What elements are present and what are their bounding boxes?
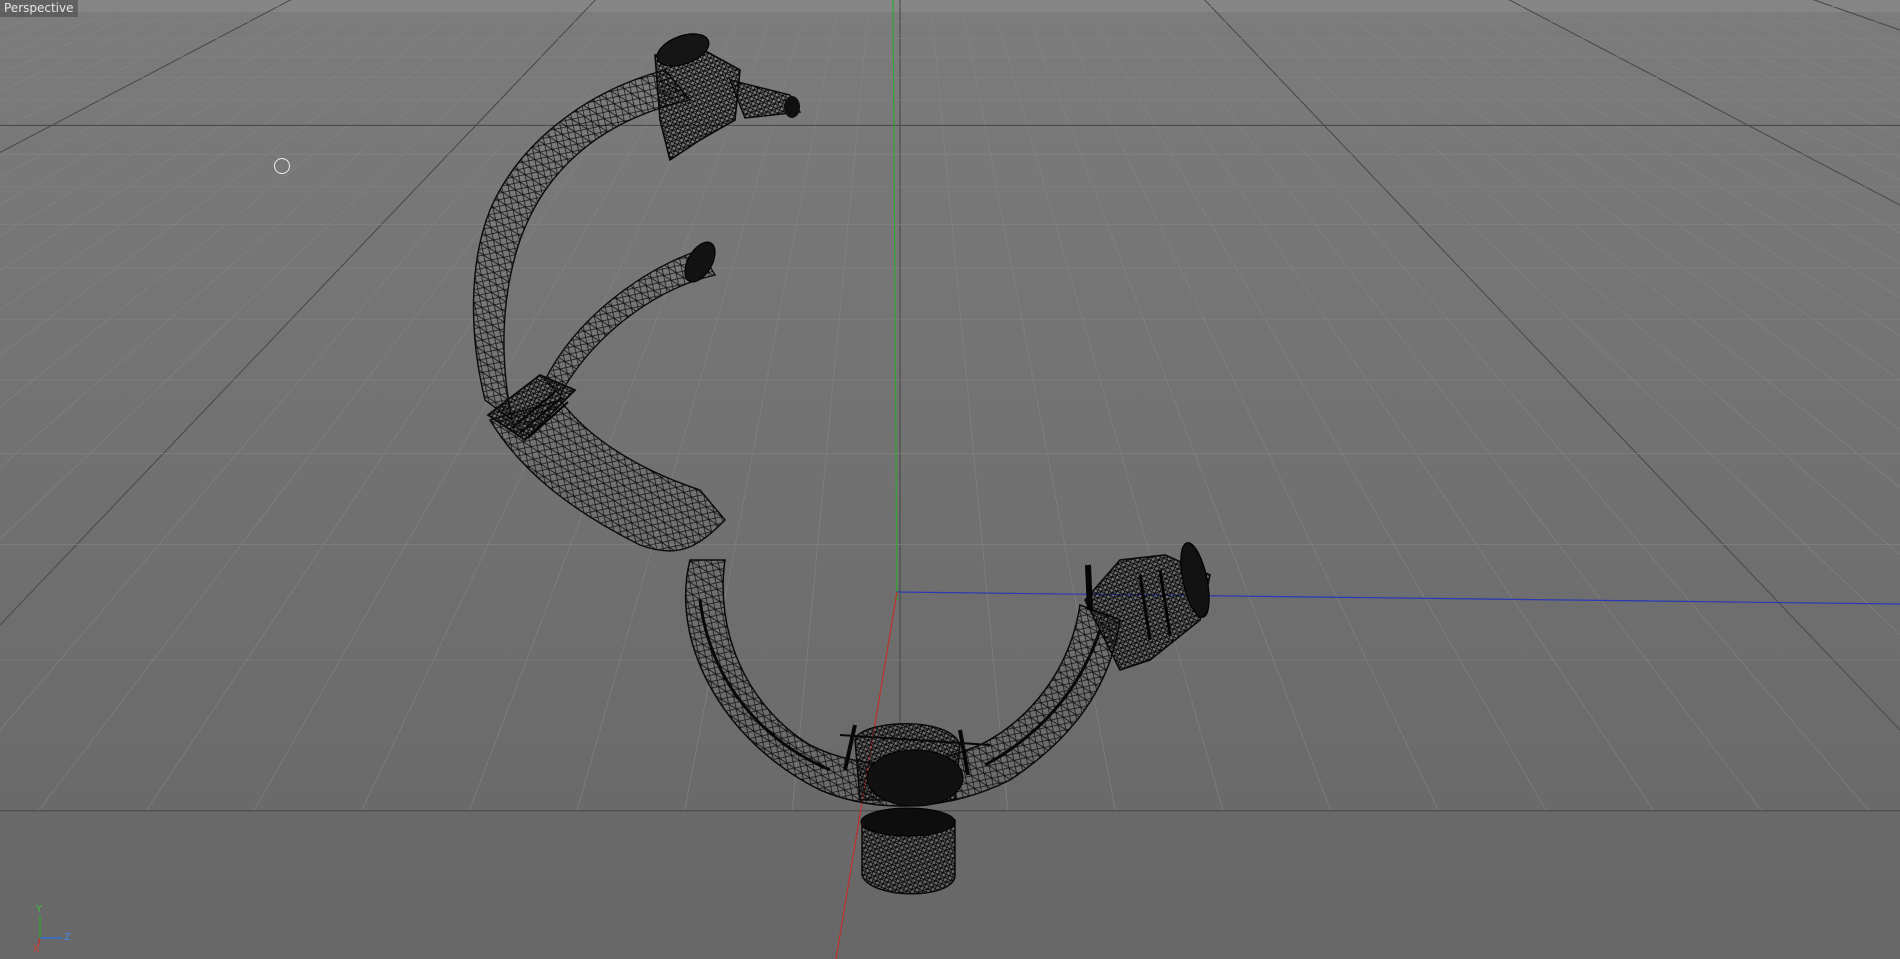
upper-outer-arm — [472, 69, 692, 422]
gizmo-y-label: Y — [36, 904, 43, 915]
circle-cursor-icon — [274, 158, 290, 174]
3d-viewport[interactable]: Perspective Y Z X — [0, 0, 1900, 959]
bottom-hub-top — [866, 749, 964, 807]
axis-gizmo: Y Z X — [26, 904, 76, 956]
wireframe-model[interactable] — [0, 0, 1900, 959]
gizmo-x-label: X — [33, 944, 40, 955]
lower-left-body — [488, 399, 726, 552]
gizmo-z-label: Z — [64, 932, 71, 943]
viewport-title[interactable]: Perspective — [0, 0, 78, 17]
